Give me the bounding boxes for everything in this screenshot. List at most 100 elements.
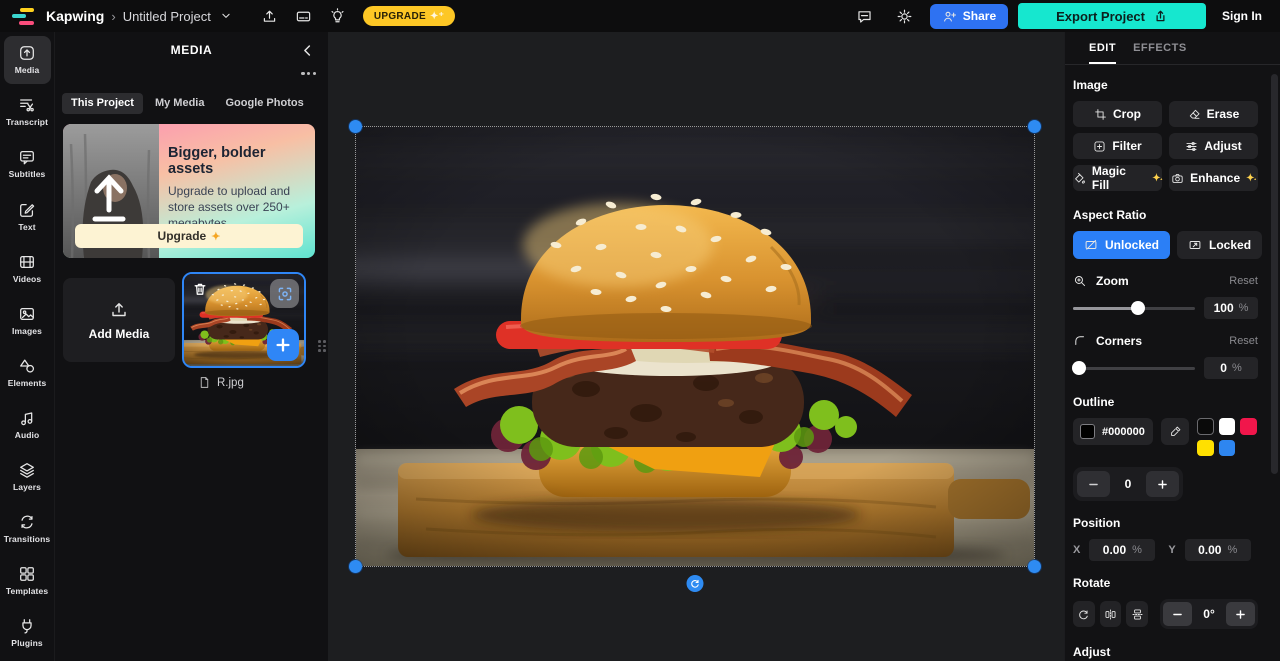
panel-overflow-menu-icon[interactable] bbox=[301, 72, 316, 76]
position-x-label: X bbox=[1073, 544, 1081, 556]
corners-slider[interactable] bbox=[1072, 361, 1195, 375]
outline-hex-value: #000000 bbox=[1102, 425, 1145, 438]
outline-width-decrease-button[interactable] bbox=[1077, 471, 1110, 497]
resize-handle-se[interactable] bbox=[1028, 560, 1041, 573]
filter-icon bbox=[1094, 140, 1105, 152]
sidebar-item-plugins[interactable]: Plugins bbox=[4, 609, 51, 657]
enhance-button[interactable]: Enhance ✦˖ bbox=[1169, 165, 1258, 191]
sidebar-item-templates[interactable]: Templates bbox=[4, 557, 51, 605]
position-x-field[interactable]: 0.00% bbox=[1089, 539, 1156, 561]
project-title-chevron-down-icon[interactable] bbox=[211, 3, 241, 29]
outline-width-stepper: 0 bbox=[1073, 467, 1183, 501]
resize-handle-sw[interactable] bbox=[349, 560, 362, 573]
swatch-black[interactable] bbox=[1197, 418, 1214, 435]
aspect-unlocked-button[interactable]: Unlocked bbox=[1073, 231, 1171, 259]
share-button[interactable]: Share bbox=[929, 3, 1009, 29]
resize-handle-ne[interactable] bbox=[1028, 120, 1041, 133]
outline-width-increase-button[interactable] bbox=[1146, 471, 1179, 497]
transcript-icon bbox=[20, 99, 34, 112]
delete-media-trash-icon[interactable] bbox=[190, 279, 210, 299]
crop-button[interactable]: Crop bbox=[1073, 101, 1162, 127]
project-title[interactable]: Untitled Project bbox=[123, 9, 211, 24]
banner-upgrade-button[interactable]: Upgrade ✦ bbox=[75, 224, 303, 248]
tab-this-project[interactable]: This Project bbox=[62, 92, 143, 114]
upgrade-banner: Bigger, bolder assets Upgrade to upload … bbox=[63, 124, 315, 258]
rotate-decrease-button[interactable] bbox=[1163, 602, 1193, 626]
sidebar-item-transitions[interactable]: Transitions bbox=[4, 505, 51, 553]
outline-color-swatch bbox=[1080, 424, 1095, 439]
sidebar-item-images[interactable]: Images bbox=[4, 296, 51, 344]
rotate-increase-button[interactable] bbox=[1226, 602, 1256, 626]
sidebar-item-layers[interactable]: Layers bbox=[4, 453, 51, 501]
tab-my-media[interactable]: My Media bbox=[146, 93, 214, 114]
sidebar-item-videos[interactable]: Videos bbox=[4, 244, 51, 292]
export-project-button[interactable]: Export Project bbox=[1018, 3, 1206, 29]
media-file-name: R.jpg bbox=[217, 376, 244, 389]
sidebar-item-elements[interactable]: Elements bbox=[4, 348, 51, 396]
sidebar-item-label: Templates bbox=[5, 586, 49, 597]
crop-icon bbox=[1095, 108, 1106, 120]
outline-color-field[interactable]: #000000 bbox=[1073, 418, 1153, 445]
enhance-camera-icon bbox=[1172, 173, 1183, 183]
aspect-locked-button[interactable]: Locked bbox=[1177, 231, 1263, 259]
settings-gear-icon[interactable] bbox=[890, 3, 920, 29]
adjust-button[interactable]: Adjust bbox=[1169, 133, 1258, 159]
flip-horizontal-button[interactable] bbox=[1099, 601, 1122, 627]
add-to-canvas-plus-icon[interactable] bbox=[267, 329, 299, 361]
kapwing-logo[interactable] bbox=[12, 7, 36, 25]
swatch-blue[interactable] bbox=[1218, 439, 1235, 456]
upgrade-button[interactable]: UPGRADE ✦⁺ bbox=[362, 6, 456, 26]
zoom-slider[interactable] bbox=[1073, 301, 1195, 315]
panel-resize-handle[interactable] bbox=[318, 340, 326, 352]
zoom-value-field[interactable]: 100% bbox=[1204, 297, 1258, 319]
rotate-layer-handle[interactable] bbox=[686, 575, 704, 592]
sidebar-item-label: Elements bbox=[7, 377, 47, 388]
canvas-workspace[interactable] bbox=[328, 32, 1064, 661]
eyedropper-button[interactable] bbox=[1161, 418, 1189, 445]
position-y-label: Y bbox=[1168, 544, 1176, 556]
upload-icon[interactable] bbox=[255, 3, 285, 29]
zoom-slider-knob[interactable] bbox=[1130, 301, 1145, 315]
corners-slider-knob[interactable] bbox=[1072, 361, 1087, 375]
media-file-row[interactable]: R.jpg bbox=[55, 368, 328, 389]
unlocked-aspect-icon bbox=[1085, 239, 1097, 250]
sidebar-item-transcript[interactable]: Transcript bbox=[4, 88, 51, 136]
inspector-scrollbar[interactable] bbox=[1271, 74, 1278, 474]
erase-button[interactable]: Erase bbox=[1169, 101, 1258, 127]
media-thumbnail-rjpg[interactable] bbox=[182, 272, 306, 368]
corners-reset[interactable]: Reset bbox=[1229, 335, 1258, 347]
collapse-panel-chevron-left-icon[interactable] bbox=[294, 37, 320, 63]
add-media-upload-icon bbox=[112, 302, 126, 316]
eyedropper-icon bbox=[1170, 426, 1180, 436]
rotate-90-button[interactable] bbox=[1073, 601, 1095, 627]
selected-image-layer[interactable] bbox=[356, 120, 1034, 592]
feedback-comment-icon[interactable] bbox=[850, 3, 880, 29]
sidebar-item-media[interactable]: Media bbox=[3, 36, 51, 84]
captions-icon[interactable] bbox=[289, 3, 319, 29]
tab-edit[interactable]: EDIT bbox=[1089, 42, 1117, 64]
zoom-reset[interactable]: Reset bbox=[1229, 275, 1258, 287]
tab-google-photos[interactable]: Google Photos bbox=[216, 93, 312, 114]
position-y-field[interactable]: 0.00% bbox=[1184, 539, 1251, 561]
rotate-angle-value[interactable]: 0° bbox=[1192, 607, 1226, 621]
sidebar-item-audio[interactable]: Audio bbox=[4, 401, 51, 449]
sidebar-item-subtitles[interactable]: Subtitles bbox=[4, 140, 51, 188]
tab-effects[interactable]: EFFECTS bbox=[1133, 42, 1187, 64]
smart-focus-icon[interactable] bbox=[270, 279, 299, 308]
filter-button[interactable]: Filter bbox=[1073, 133, 1162, 159]
corners-value-field[interactable]: 0% bbox=[1204, 357, 1258, 379]
add-media-button[interactable]: Add Media bbox=[63, 278, 175, 362]
lightbulb-icon[interactable] bbox=[323, 3, 353, 29]
outline-width-value[interactable]: 0 bbox=[1110, 477, 1146, 491]
swatch-red[interactable] bbox=[1240, 418, 1257, 435]
magic-fill-button[interactable]: Magic Fill ✦˖ bbox=[1073, 164, 1163, 192]
swatch-yellow[interactable] bbox=[1197, 439, 1214, 456]
share-label: Share bbox=[962, 9, 997, 23]
resize-handle-nw[interactable] bbox=[349, 120, 362, 133]
sidebar-item-text[interactable]: Text bbox=[4, 192, 51, 240]
signin-link[interactable]: Sign In bbox=[1216, 9, 1268, 23]
media-panel: MEDIA This Project My Media Google Photo… bbox=[55, 32, 328, 661]
flip-vertical-button[interactable] bbox=[1126, 601, 1149, 627]
swatch-white[interactable] bbox=[1218, 418, 1235, 435]
magic-fill-bucket-icon bbox=[1075, 172, 1085, 184]
